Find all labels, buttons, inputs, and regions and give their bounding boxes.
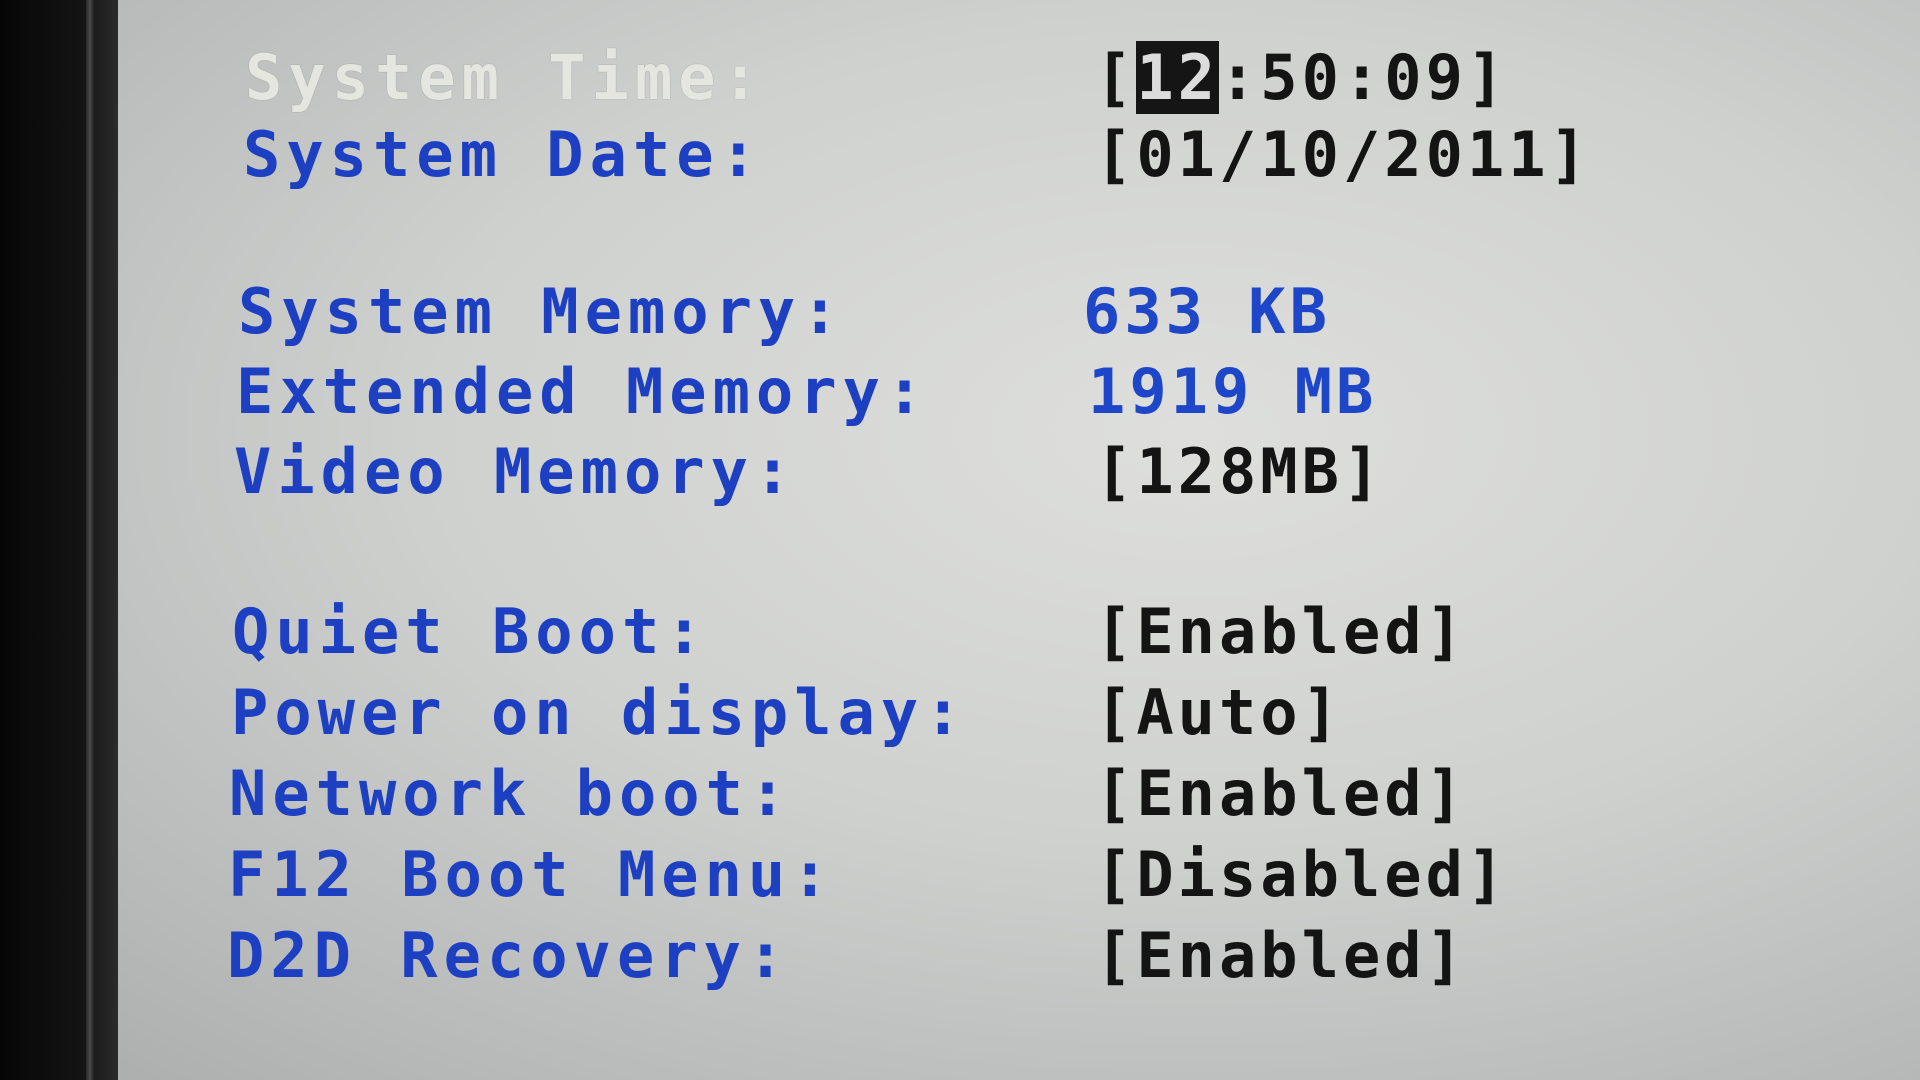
system-time-label: System Time: [245,41,765,114]
video-memory-label: Video Memory: [234,435,798,508]
system-memory-value: 633 KB [1083,275,1331,348]
system-time-close-bracket: ] [1466,41,1509,114]
power-on-display-field[interactable]: [Auto] [1095,673,1343,753]
system-date-field[interactable]: [01/10/2011] [1095,115,1591,195]
system-time-hour-cursor[interactable]: 12 [1136,41,1219,114]
system-memory-row: System Memory: 633 KB [0,272,1920,352]
quiet-boot-label: Quiet Boot: [232,595,709,668]
d2d-recovery-row[interactable]: D2D Recovery: [Enabled] [0,916,1920,996]
f12-boot-menu-row[interactable]: F12 Boot Menu: [Disabled] [0,835,1920,915]
power-on-display-label: Power on display: [231,676,968,749]
system-memory-label: System Memory: [238,275,845,348]
extended-memory-row: Extended Memory: 1919 MB [0,352,1920,432]
power-on-display-row[interactable]: Power on display: [Auto] [0,673,1920,753]
system-time-minutes-seconds[interactable]: :50:09 [1219,41,1467,114]
extended-memory-label: Extended Memory: [236,355,930,428]
system-time-row[interactable]: System Time: [12:50:09] [0,38,1920,118]
extended-memory-value: 1919 MB [1088,355,1378,428]
f12-boot-menu-field[interactable]: [Disabled] [1095,835,1508,915]
d2d-recovery-field[interactable]: [Enabled] [1095,916,1467,996]
network-boot-label: Network boot: [229,757,793,830]
network-boot-field[interactable]: [Enabled] [1095,754,1467,834]
video-memory-row[interactable]: Video Memory: [128MB] [0,432,1920,512]
d2d-recovery-label: D2D Recovery: [227,919,791,992]
video-memory-field[interactable]: [128MB] [1095,432,1384,512]
network-boot-row[interactable]: Network boot: [Enabled] [0,754,1920,834]
system-time-field[interactable]: [12:50:09] [1095,38,1508,118]
quiet-boot-field[interactable]: [Enabled] [1095,592,1467,672]
system-date-row[interactable]: System Date: [01/10/2011] [0,115,1920,195]
bios-screen: System Time: [12:50:09] System Date: [01… [0,0,1920,1080]
system-time-open-bracket: [ [1095,41,1137,114]
quiet-boot-row[interactable]: Quiet Boot: [Enabled] [0,592,1920,672]
f12-boot-menu-label: F12 Boot Menu: [228,838,835,911]
system-date-label: System Date: [243,118,763,191]
